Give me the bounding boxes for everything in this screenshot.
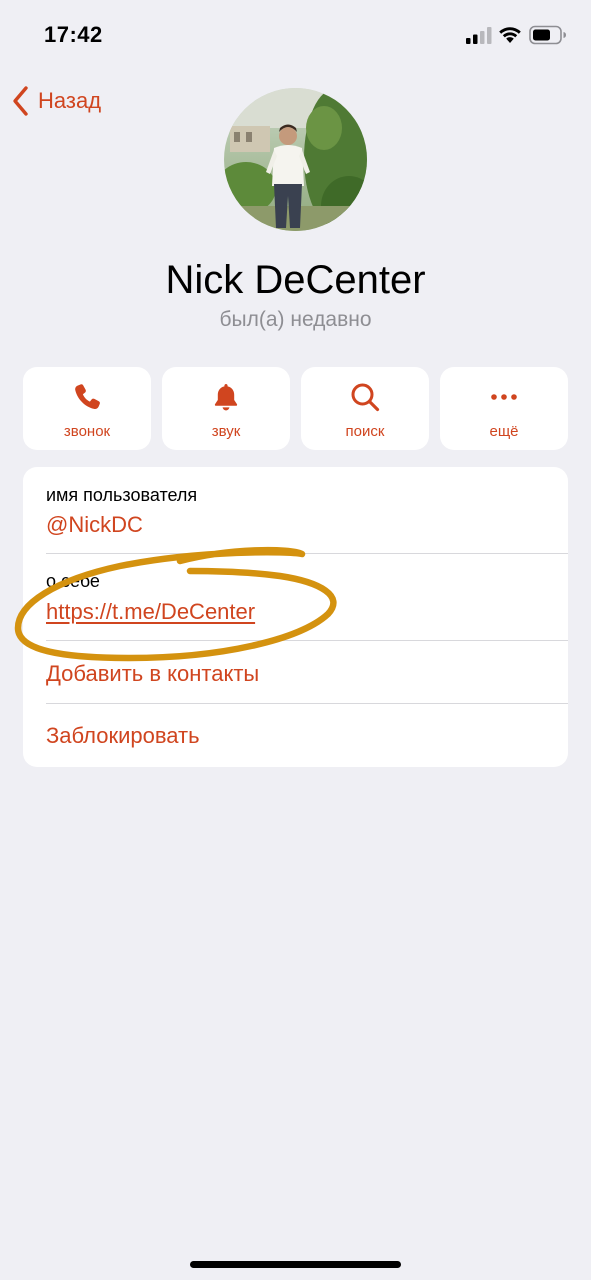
call-label: звонок — [63, 423, 111, 440]
signal-icon — [466, 27, 492, 44]
bio-link[interactable]: https://t.me/DeCenter — [46, 599, 255, 625]
phone-icon — [75, 384, 100, 410]
back-button[interactable]: Назад — [10, 84, 101, 118]
more-button[interactable]: ещё — [440, 367, 568, 450]
back-label: Назад — [38, 88, 102, 113]
add-contact-button[interactable]: Добавить в контакты — [46, 661, 259, 687]
profile-name: Nick DeCenter — [165, 258, 426, 302]
search-button[interactable]: поиск — [301, 367, 429, 450]
avatar[interactable] — [224, 88, 367, 231]
status-time: 17:42 — [44, 22, 103, 47]
home-indicator[interactable] — [190, 1261, 401, 1268]
sound-label: звук — [211, 423, 241, 440]
divider — [46, 703, 568, 704]
username-caption: имя пользователя — [46, 485, 198, 505]
info-card: имя пользователя @NickDC о себе https://… — [23, 467, 568, 767]
status-bar: 17:42 — [0, 0, 591, 70]
avatar-photo — [224, 88, 367, 231]
chevron-left-icon — [13, 86, 28, 116]
search-label: поиск — [345, 423, 385, 440]
profile-status: был(а) недавно — [219, 308, 372, 331]
sound-button[interactable]: звук — [162, 367, 290, 450]
wifi-icon — [499, 27, 521, 43]
action-buttons: звонок звук поиск ещё — [23, 367, 568, 450]
bio-caption: о себе — [46, 571, 100, 591]
username-value[interactable]: @NickDC — [46, 512, 143, 538]
more-label: ещё — [489, 423, 519, 440]
block-button[interactable]: Заблокировать — [46, 723, 200, 749]
divider — [46, 640, 568, 641]
more-icon — [491, 394, 517, 400]
battery-icon — [529, 25, 566, 45]
bell-icon — [214, 384, 238, 411]
divider — [46, 553, 568, 554]
search-icon — [351, 383, 380, 412]
call-button[interactable]: звонок — [23, 367, 151, 450]
